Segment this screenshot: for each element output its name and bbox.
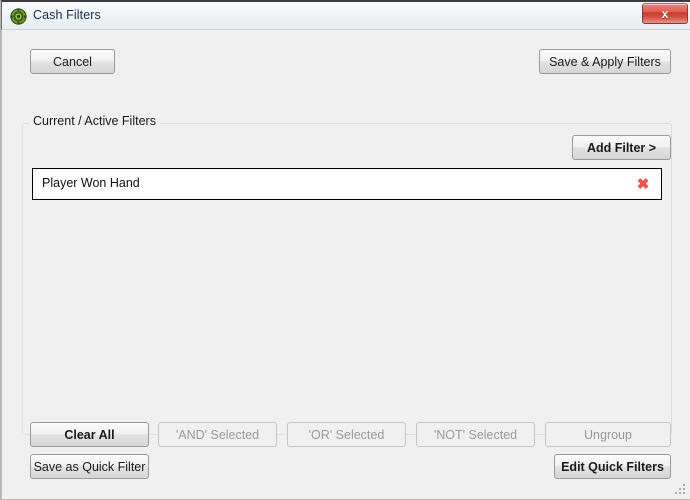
title-bar[interactable]: Cash Filters x — [1, 0, 690, 30]
close-icon: x — [661, 6, 669, 21]
window-title: Cash Filters — [33, 8, 101, 22]
dialog-client-area: Cancel Save & Apply Filters Current / Ac… — [1, 30, 690, 500]
not-selected-button: 'NOT' Selected — [416, 422, 535, 447]
close-button[interactable]: x — [642, 3, 688, 24]
filter-list: Player Won Hand ✖ — [32, 168, 662, 426]
resize-grip[interactable] — [674, 483, 687, 496]
add-filter-button[interactable]: Add Filter > — [572, 135, 671, 160]
and-selected-button: 'AND' Selected — [158, 422, 277, 447]
filter-name: Player Won Hand — [42, 176, 140, 190]
clear-all-button[interactable]: Clear All — [30, 422, 149, 447]
save-as-quick-filter-button[interactable]: Save as Quick Filter — [30, 454, 149, 479]
current-active-filters-label: Current / Active Filters — [29, 114, 160, 128]
cash-filters-window: Cash Filters x Cancel Save & Apply Filte… — [0, 0, 690, 500]
or-selected-button: 'OR' Selected — [287, 422, 406, 447]
edit-quick-filters-button[interactable]: Edit Quick Filters — [554, 454, 671, 479]
cancel-button[interactable]: Cancel — [30, 49, 115, 74]
ungroup-button: Ungroup — [545, 422, 671, 447]
save-and-apply-filters-button[interactable]: Save & Apply Filters — [539, 49, 671, 74]
poker-chip-icon — [10, 8, 27, 25]
table-row[interactable]: Player Won Hand ✖ — [32, 168, 662, 200]
red-x-icon[interactable]: ✖ — [634, 174, 652, 194]
